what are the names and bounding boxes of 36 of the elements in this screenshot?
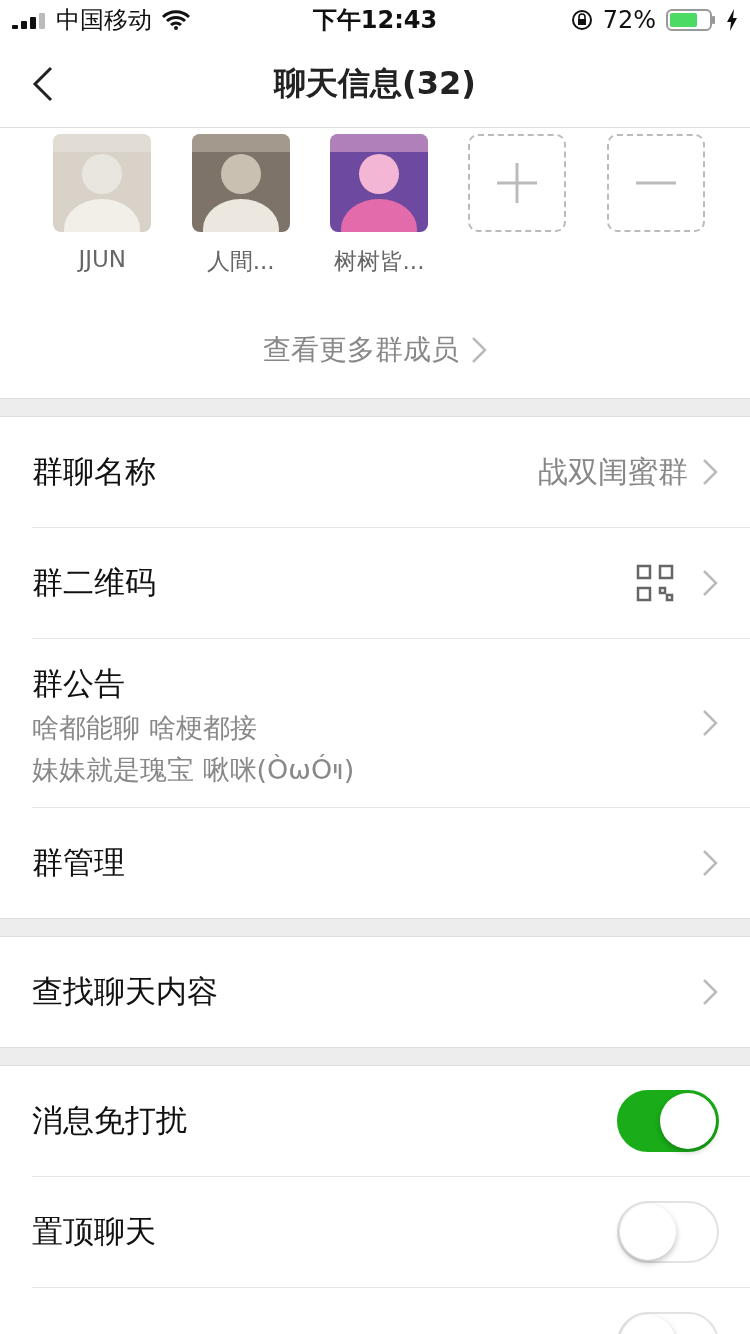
wifi-icon [162, 10, 190, 30]
notice-text: 啥都能聊 啥梗都接 [32, 711, 258, 745]
plus-icon [495, 161, 540, 205]
clock-time: 下午12:43 [312, 5, 438, 36]
remove-member-button[interactable] [606, 134, 705, 232]
back-icon[interactable] [32, 66, 54, 102]
row-label: 群聊名称 [32, 452, 157, 491]
minus-icon [633, 181, 678, 185]
row-label: 查找聊天内容 [32, 972, 219, 1011]
row-label: 消息免打扰 [32, 1101, 188, 1140]
chevron-icon [702, 978, 718, 1006]
member-name: JJUN [78, 246, 126, 272]
chevron-icon [702, 849, 718, 877]
battery-percent: 72% [602, 6, 656, 34]
row-label: 群管理 [32, 843, 126, 882]
row-label: 群公告 [32, 664, 126, 703]
row-label: 置顶聊天 [32, 1212, 157, 1251]
group-name-value: 战双闺蜜群 [538, 452, 688, 491]
battery-icon [666, 9, 716, 31]
notice-text: 妹妹就是瑰宝 啾咪(ÒωÓױ) [32, 753, 356, 787]
chevron-icon [471, 336, 487, 364]
charging-icon [726, 9, 738, 31]
carrier-name: 中国移动 [56, 5, 152, 36]
chevron-icon [702, 709, 718, 737]
signal-icon [12, 11, 46, 29]
page-title: 聊天信息(32) [274, 62, 476, 104]
chevron-icon [702, 569, 718, 597]
member-name: 树树皆... [333, 247, 425, 276]
toggle-switch[interactable] [617, 1090, 719, 1152]
rotation-lock-icon [570, 9, 593, 31]
row-label: 群二维码 [32, 563, 157, 602]
member-name: 人間... [206, 247, 275, 276]
qr-code-icon [636, 564, 674, 602]
add-member-button[interactable] [468, 134, 567, 232]
more-members-link[interactable]: 查看更多群成员 [263, 331, 487, 369]
chevron-icon [702, 458, 718, 486]
